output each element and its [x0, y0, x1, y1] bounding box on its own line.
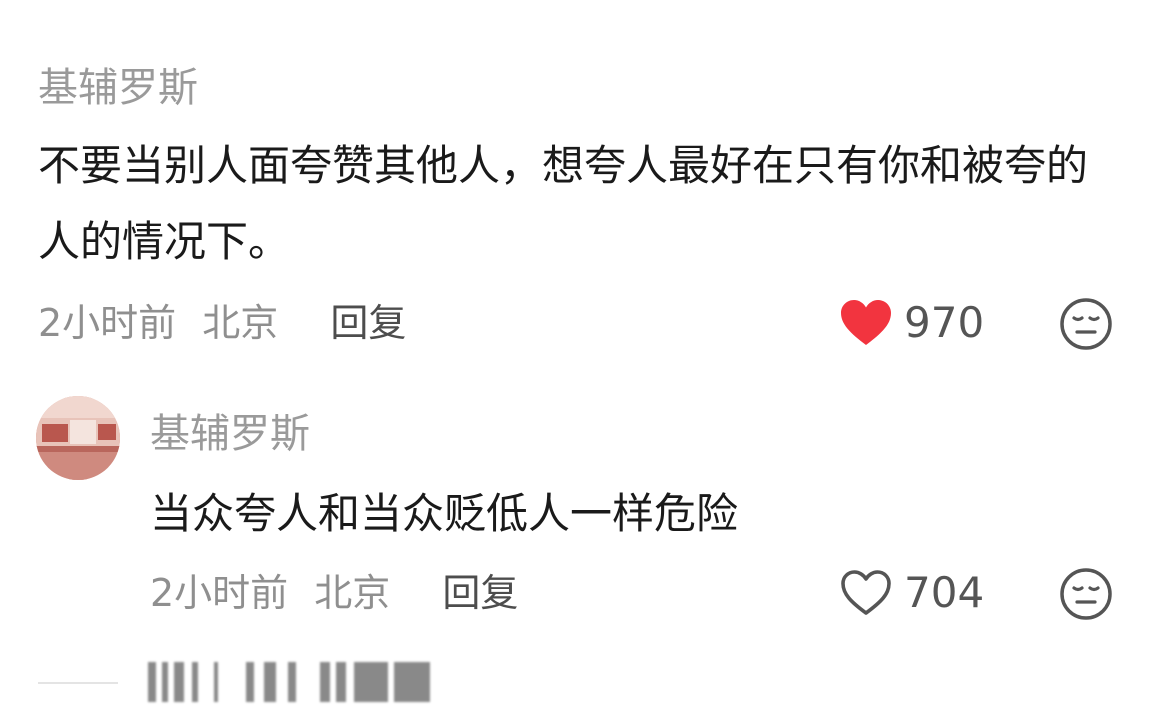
reply-time: 2小时前	[150, 571, 289, 615]
comment-location: 北京	[202, 301, 279, 345]
reply-location: 北京	[314, 571, 391, 615]
like-button[interactable]: 704	[838, 568, 984, 618]
heart-outline-icon	[838, 568, 894, 618]
meh-face-icon	[1058, 566, 1114, 622]
reply-item: 基辅罗斯 当众夸人和当众贬低人一样危险 2小时前 北京 回复 704	[0, 380, 1170, 640]
heart-filled-icon	[838, 298, 894, 348]
comment-username[interactable]: 基辅罗斯	[38, 64, 198, 112]
reply-meta: 2小时前 北京 回复	[150, 570, 518, 616]
like-button[interactable]: 970	[838, 298, 984, 348]
expand-divider	[38, 682, 118, 684]
meh-face-icon	[1058, 296, 1114, 352]
reply-text: 当众夸人和当众贬低人一样危险	[150, 489, 739, 538]
avatar[interactable]	[36, 396, 120, 480]
reply-button[interactable]: 回复	[442, 571, 518, 615]
comment-meta: 2小时前 北京 回复	[38, 300, 406, 346]
reply-button[interactable]: 回复	[330, 301, 406, 345]
reaction-button[interactable]	[1058, 566, 1114, 622]
like-count: 970	[904, 298, 985, 347]
like-count: 704	[904, 568, 985, 617]
expand-replies-link[interactable]	[148, 662, 438, 702]
comment-item: 基辅罗斯 不要当别人面夸赞其他人，想夸人最好在只有你和被夸的人的情况下。 2小时…	[0, 0, 1170, 380]
reply-username[interactable]: 基辅罗斯	[150, 410, 310, 458]
comment-time: 2小时前	[38, 301, 177, 345]
comment-text: 不要当别人面夸赞其他人，想夸人最好在只有你和被夸的人的情况下。	[38, 141, 1089, 266]
reaction-button[interactable]	[1058, 296, 1114, 352]
